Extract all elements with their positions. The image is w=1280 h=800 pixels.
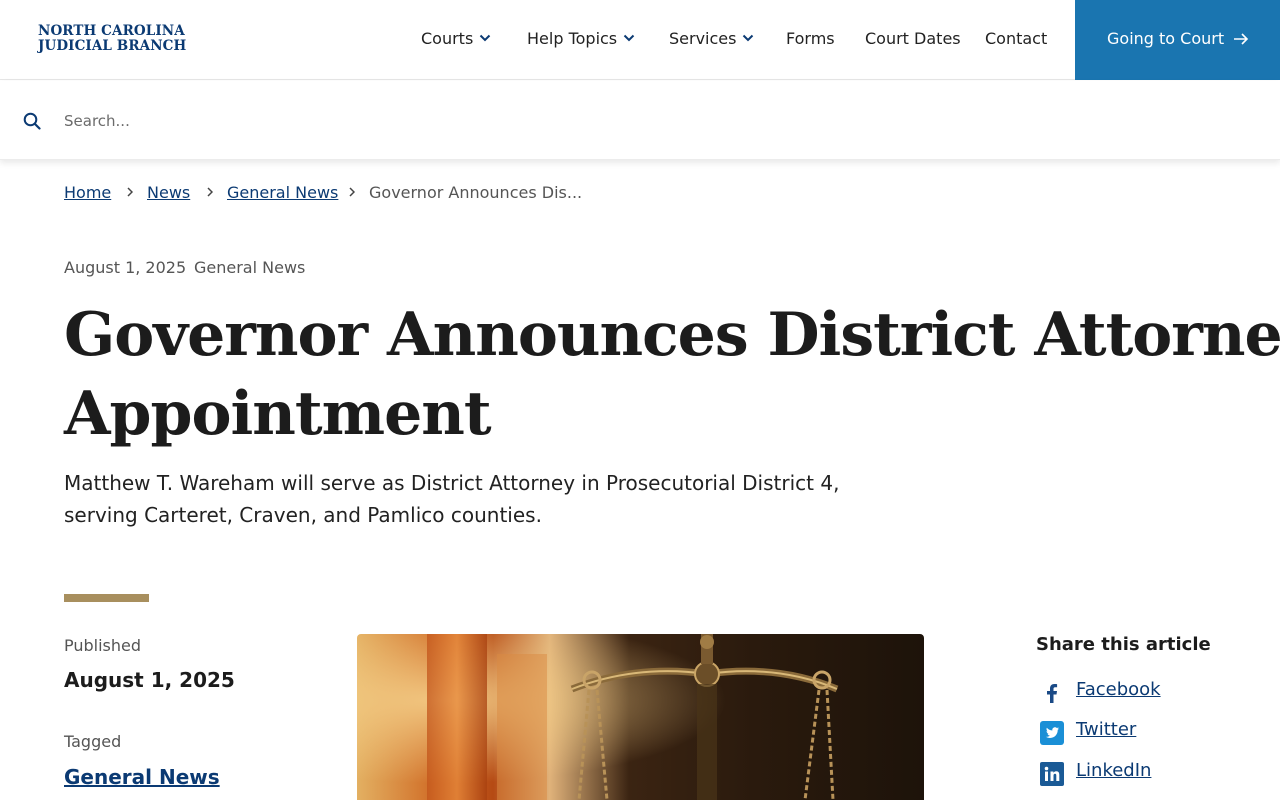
arrow-right-icon	[1234, 33, 1249, 45]
article-category: General News	[194, 258, 306, 277]
logo-line-1: NORTH CAROLINA	[38, 23, 185, 39]
breadcrumb-home[interactable]: Home	[64, 183, 111, 202]
breadcrumb-current: Governor Announces Dis...	[369, 183, 583, 202]
linkedin-icon	[1040, 762, 1064, 786]
published-label: Published	[64, 636, 142, 655]
page-title-line-1: Governor Announces District Attorney	[64, 300, 1280, 370]
article-hero-image	[357, 634, 924, 800]
tag-general-news-link[interactable]: General News	[64, 765, 220, 789]
breadcrumb-general-news[interactable]: General News	[227, 183, 338, 202]
article-date: August 1, 2025	[64, 258, 187, 277]
going-to-court-label: Going to Court	[1107, 29, 1225, 48]
scales-of-justice-image	[357, 634, 924, 800]
nav-forms[interactable]: Forms	[786, 29, 835, 48]
share-facebook-link[interactable]: Facebook	[1076, 679, 1161, 700]
chevron-right-icon	[127, 187, 133, 197]
nav-services-label: Services	[669, 29, 737, 48]
search-bar	[0, 81, 1280, 160]
twitter-icon	[1040, 721, 1064, 745]
page-title: Governor Announces District Attorney App…	[64, 296, 1280, 454]
article-lede: Matthew T. Wareham will serve as Distric…	[64, 467, 854, 531]
nav-court-dates[interactable]: Court Dates	[865, 29, 961, 48]
nav-contact[interactable]: Contact	[985, 29, 1047, 48]
nav-forms-label: Forms	[786, 29, 835, 48]
nav-contact-label: Contact	[985, 29, 1048, 48]
nav-courts[interactable]: Courts	[421, 29, 491, 48]
share-twitter-link[interactable]: Twitter	[1076, 719, 1136, 740]
section-divider	[64, 594, 149, 602]
nav-courts-label: Courts	[421, 29, 474, 48]
chevron-right-icon	[207, 187, 213, 197]
chevron-down-icon	[743, 34, 754, 42]
page-title-line-2: Appointment	[64, 379, 492, 449]
nav-help-topics[interactable]: Help Topics	[527, 29, 635, 48]
share-title: Share this article	[1036, 634, 1211, 655]
nav-help-topics-label: Help Topics	[527, 29, 618, 48]
breadcrumb-news[interactable]: News	[147, 183, 190, 202]
chevron-right-icon	[349, 187, 355, 197]
article-lede-line-1: Matthew T. Wareham will serve as Distric…	[64, 471, 840, 495]
chevron-down-icon	[623, 34, 635, 42]
published-value: August 1, 2025	[64, 668, 235, 692]
nav-services[interactable]: Services	[669, 29, 754, 48]
going-to-court-button[interactable]: Going to Court	[1075, 0, 1280, 80]
chevron-down-icon	[480, 34, 491, 42]
search-icon[interactable]	[23, 112, 41, 130]
tagged-label: Tagged	[64, 732, 122, 751]
logo-line-2: JUDICIAL BRANCH	[38, 38, 187, 54]
site-header: NORTH CAROLINA JUDICIAL BRANCH Courts He…	[0, 0, 1280, 80]
article-lede-line-2: serving Carteret, Craven, and Pamlico co…	[64, 503, 542, 527]
share-linkedin-link[interactable]: LinkedIn	[1076, 760, 1151, 781]
site-logo[interactable]: NORTH CAROLINA JUDICIAL BRANCH	[38, 24, 198, 54]
nav-court-dates-label: Court Dates	[865, 29, 961, 48]
search-input[interactable]	[52, 101, 1152, 141]
facebook-icon	[1047, 684, 1058, 703]
